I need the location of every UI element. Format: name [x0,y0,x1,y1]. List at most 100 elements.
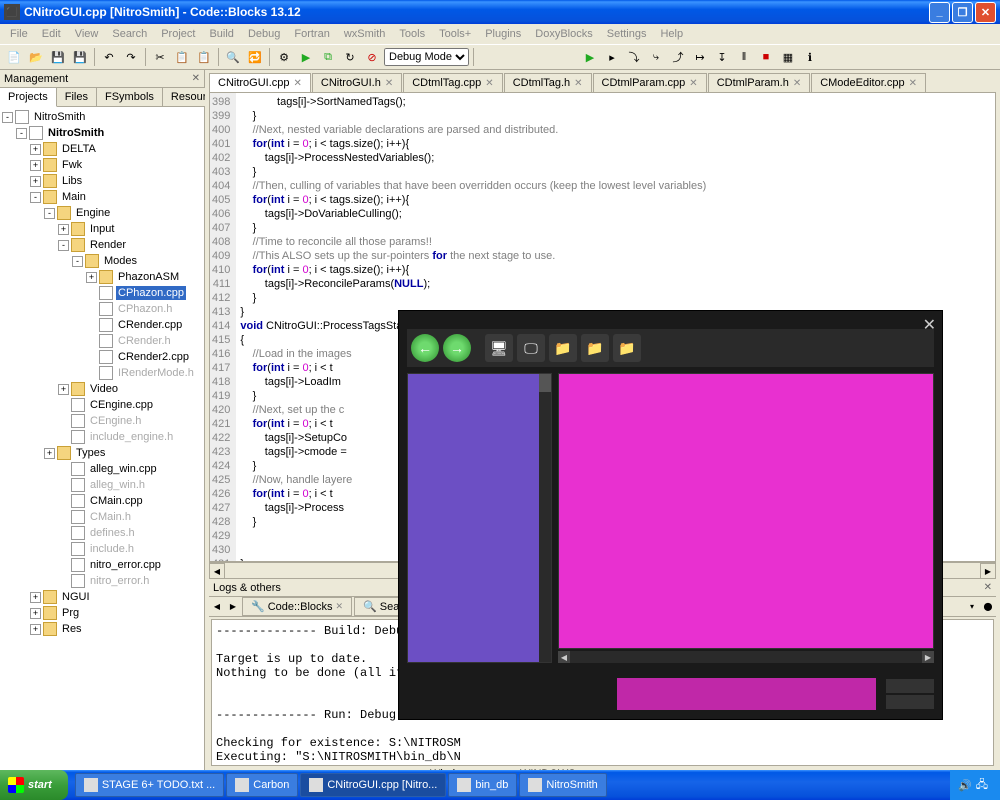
menu-tools+[interactable]: Tools+ [433,26,477,42]
file-tab[interactable]: CModeEditor.cpp✕ [811,73,926,92]
minimize-button[interactable]: _ [929,2,950,23]
logs-tab-codeblocks[interactable]: 🔧 Code::Blocks ✕ [242,597,352,616]
nitro-forward-icon[interactable]: → [443,334,471,362]
tree-node[interactable]: +Res [2,621,202,637]
debug-info-icon[interactable]: ℹ [800,47,820,67]
nitrosmith-app-window[interactable]: ✕ ← → 🖥 🖵 📁 📁 📁 ◀ ▶ [398,310,943,720]
nitro-side-btn-2[interactable] [886,695,934,709]
tree-node[interactable]: -Modes [2,253,202,269]
cut-icon[interactable]: ✂ [150,47,170,67]
system-tray[interactable]: 🔊 🖧 [950,770,1000,800]
taskbar-item[interactable]: STAGE 6+ TODO.txt ... [75,773,224,797]
tab-close-icon[interactable]: ✕ [294,78,302,89]
open-icon[interactable]: 📂 [26,47,46,67]
menu-tools[interactable]: Tools [393,26,431,42]
scroll-left-icon[interactable]: ◀ [558,651,570,663]
tree-node[interactable]: include.h [2,541,202,557]
new-file-icon[interactable]: 📄 [4,47,24,67]
expander-icon[interactable]: + [58,224,69,235]
menu-wxsmith[interactable]: wxSmith [338,26,392,42]
expander-icon[interactable]: - [72,256,83,267]
management-close-icon[interactable]: ✕ [192,73,200,84]
tray-icon[interactable]: 🔊 [958,779,972,792]
tree-node[interactable]: CRender.h [2,333,202,349]
menu-project[interactable]: Project [155,26,201,42]
expander-icon[interactable]: + [30,592,41,603]
tab-close-icon[interactable]: ✕ [574,78,582,89]
tab-close-icon[interactable]: ✕ [689,78,697,89]
tree-node[interactable]: CEngine.h [2,413,202,429]
logs-close-icon[interactable]: ✕ [984,582,992,593]
tree-node[interactable]: -Main [2,189,202,205]
expander-icon[interactable]: + [30,624,41,635]
redo-icon[interactable]: ↷ [121,47,141,67]
maximize-button[interactable]: ❐ [952,2,973,23]
tree-node[interactable]: include_engine.h [2,429,202,445]
nitro-close-icon[interactable]: ✕ [923,315,936,335]
tab-close-icon[interactable]: ✕ [385,78,393,89]
debug-next-icon[interactable]: ⤵ [624,47,644,67]
tree-node[interactable]: alleg_win.cpp [2,461,202,477]
logs-tab-opt-icon[interactable]: ⬤ [980,599,996,615]
menu-doxyblocks[interactable]: DoxyBlocks [529,26,598,42]
nitro-tool1-icon[interactable]: 🖥 [485,334,513,362]
nitro-folder-fav-icon[interactable]: 📁 [613,334,641,362]
tree-node[interactable]: alleg_win.h [2,477,202,493]
save-icon[interactable]: 💾 [48,47,68,67]
taskbar-item[interactable]: NitroSmith [519,773,606,797]
tree-node[interactable]: IRenderMode.h [2,365,202,381]
tree-node[interactable]: CRender.cpp [2,317,202,333]
menu-build[interactable]: Build [203,26,239,42]
tree-node[interactable]: +PhazonASM [2,269,202,285]
nitro-folder-new-icon[interactable]: 📁 [581,334,609,362]
paste-icon[interactable]: 📋 [194,47,214,67]
debug-stop-icon[interactable]: ■ [756,47,776,67]
tree-node[interactable]: +Fwk [2,157,202,173]
scroll-right-icon[interactable]: ▶ [980,563,996,579]
expander-icon[interactable]: - [30,192,41,203]
logs-tab-menu-icon[interactable]: ▾ [964,599,980,615]
mgmt-tab-projects[interactable]: Projects [0,88,57,107]
build-icon[interactable]: ⚙ [274,47,294,67]
tree-node[interactable]: -NitroSmith [2,125,202,141]
project-tree[interactable]: -NitroSmith-NitroSmith+DELTA+Fwk+Libs-Ma… [0,107,204,770]
expander-icon[interactable]: + [30,176,41,187]
expander-icon[interactable]: + [86,272,97,283]
tree-node[interactable]: CPhazon.cpp [2,285,202,301]
build-run-icon[interactable]: ⧉ [318,47,338,67]
undo-icon[interactable]: ↶ [99,47,119,67]
debug-windows-icon[interactable]: ▦ [778,47,798,67]
expander-icon[interactable]: + [44,448,55,459]
tree-node[interactable]: -Engine [2,205,202,221]
menu-fortran[interactable]: Fortran [288,26,335,42]
nitro-side-btn-1[interactable] [886,679,934,693]
expander-icon[interactable]: - [44,208,55,219]
debug-run-cursor-icon[interactable]: ▸ [602,47,622,67]
mgmt-tab-fsymbols[interactable]: FSymbols [97,88,163,106]
close-button[interactable]: ✕ [975,2,996,23]
tree-node[interactable]: CMain.h [2,509,202,525]
run-icon[interactable]: ▶ [296,47,316,67]
expander-icon[interactable]: + [58,384,69,395]
nitro-color-preview[interactable] [617,678,876,710]
tree-node[interactable]: nitro_error.cpp [2,557,202,573]
taskbar-item[interactable]: bin_db [448,773,517,797]
tree-node[interactable]: +Prg [2,605,202,621]
file-tab[interactable]: CDtmlTag.cpp✕ [403,73,502,92]
tree-node[interactable]: +NGUI [2,589,202,605]
scroll-left-icon[interactable]: ◀ [209,563,225,579]
debug-step-instr-icon[interactable]: ↧ [712,47,732,67]
tree-node[interactable]: CMain.cpp [2,493,202,509]
file-tab[interactable]: CDtmlParam.cpp✕ [593,73,707,92]
tab-close-icon[interactable]: ✕ [485,78,493,89]
menu-plugins[interactable]: Plugins [479,26,527,42]
nitro-folder-icon[interactable]: 📁 [549,334,577,362]
debug-next-instr-icon[interactable]: ↦ [690,47,710,67]
nitro-tool2-icon[interactable]: 🖵 [517,334,545,362]
expander-icon[interactable]: - [16,128,27,139]
expander-icon[interactable]: - [2,112,13,123]
logs-tab-prev-icon[interactable]: ◀ [209,599,225,615]
tree-node[interactable]: CRender2.cpp [2,349,202,365]
expander-icon[interactable]: + [30,608,41,619]
debug-step-out-icon[interactable]: ⤴ [668,47,688,67]
